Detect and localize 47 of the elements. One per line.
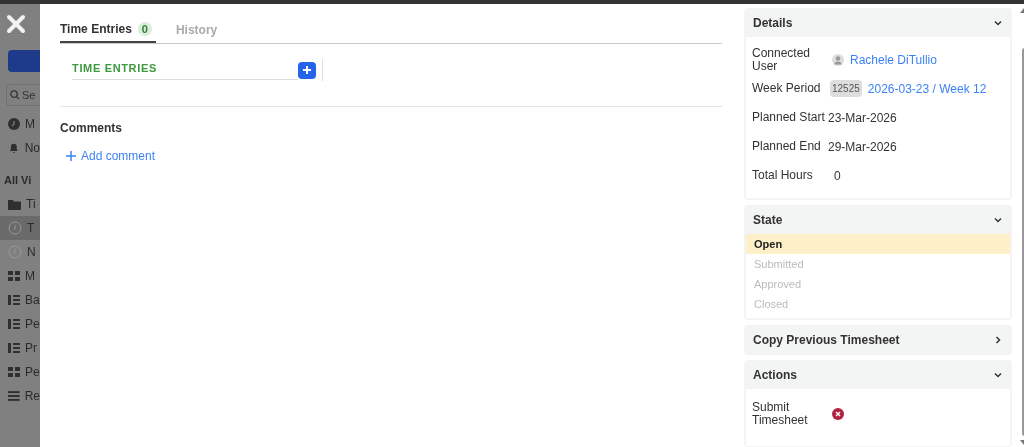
field-label: Connected User: [752, 46, 812, 73]
sidebar-item[interactable]: T: [0, 216, 40, 240]
week-link[interactable]: 2026-03-23 / Week 12: [867, 79, 987, 98]
field-label: Total Hours: [752, 169, 814, 182]
chevron-down-icon[interactable]: [993, 18, 1003, 28]
folder-icon: [8, 198, 21, 210]
clock-icon: [8, 221, 22, 235]
state-item: Open: [746, 234, 1010, 254]
chevron-down-icon[interactable]: [993, 370, 1003, 380]
plus-icon: [302, 65, 312, 75]
search-icon: [10, 90, 20, 100]
state-item: Approved: [753, 276, 803, 292]
list-icon: [8, 319, 20, 329]
section-heading: All Vi: [4, 172, 32, 188]
bell-icon: [8, 142, 20, 154]
clock-icon: [8, 118, 20, 130]
list-icon: [8, 295, 20, 305]
grid-icon: [8, 367, 20, 377]
field-value: 0: [834, 167, 841, 185]
menu-icon: [8, 391, 20, 401]
panel-title: Actions: [753, 367, 797, 384]
state-item: Submitted: [753, 256, 805, 272]
panel-title: Details: [753, 15, 793, 32]
list-icon: [8, 343, 20, 353]
close-icon[interactable]: [6, 14, 26, 34]
chevron-down-icon[interactable]: [993, 215, 1003, 225]
grid-icon: [8, 271, 20, 281]
error-icon[interactable]: [832, 408, 844, 420]
count-badge: 0: [137, 22, 152, 36]
user-link[interactable]: Rachele DiTullio: [850, 50, 937, 69]
panel-title: Copy Previous Timesheet: [753, 332, 900, 349]
field-value: 29-Mar-2026: [828, 138, 897, 156]
add-button[interactable]: [298, 61, 316, 79]
field-value: 23-Mar-2026: [828, 109, 897, 127]
state-item: Closed: [753, 296, 790, 312]
user-avatar-icon: [832, 53, 844, 66]
tab[interactable]: Time Entries 0: [60, 17, 156, 43]
id-tag: 12525: [830, 80, 862, 97]
tab[interactable]: History: [175, 17, 218, 43]
panel-title: State: [753, 212, 783, 229]
action-label: Submit Timesheet: [752, 401, 809, 427]
comments-title: Comments: [60, 120, 123, 137]
add-comment-link[interactable]: Add comment: [66, 147, 156, 165]
chevron-right-icon[interactable]: [993, 335, 1003, 345]
section-label: TIME ENTRIES: [72, 60, 298, 80]
field-label: Week Period: [752, 82, 822, 95]
plus-icon: [66, 151, 76, 161]
